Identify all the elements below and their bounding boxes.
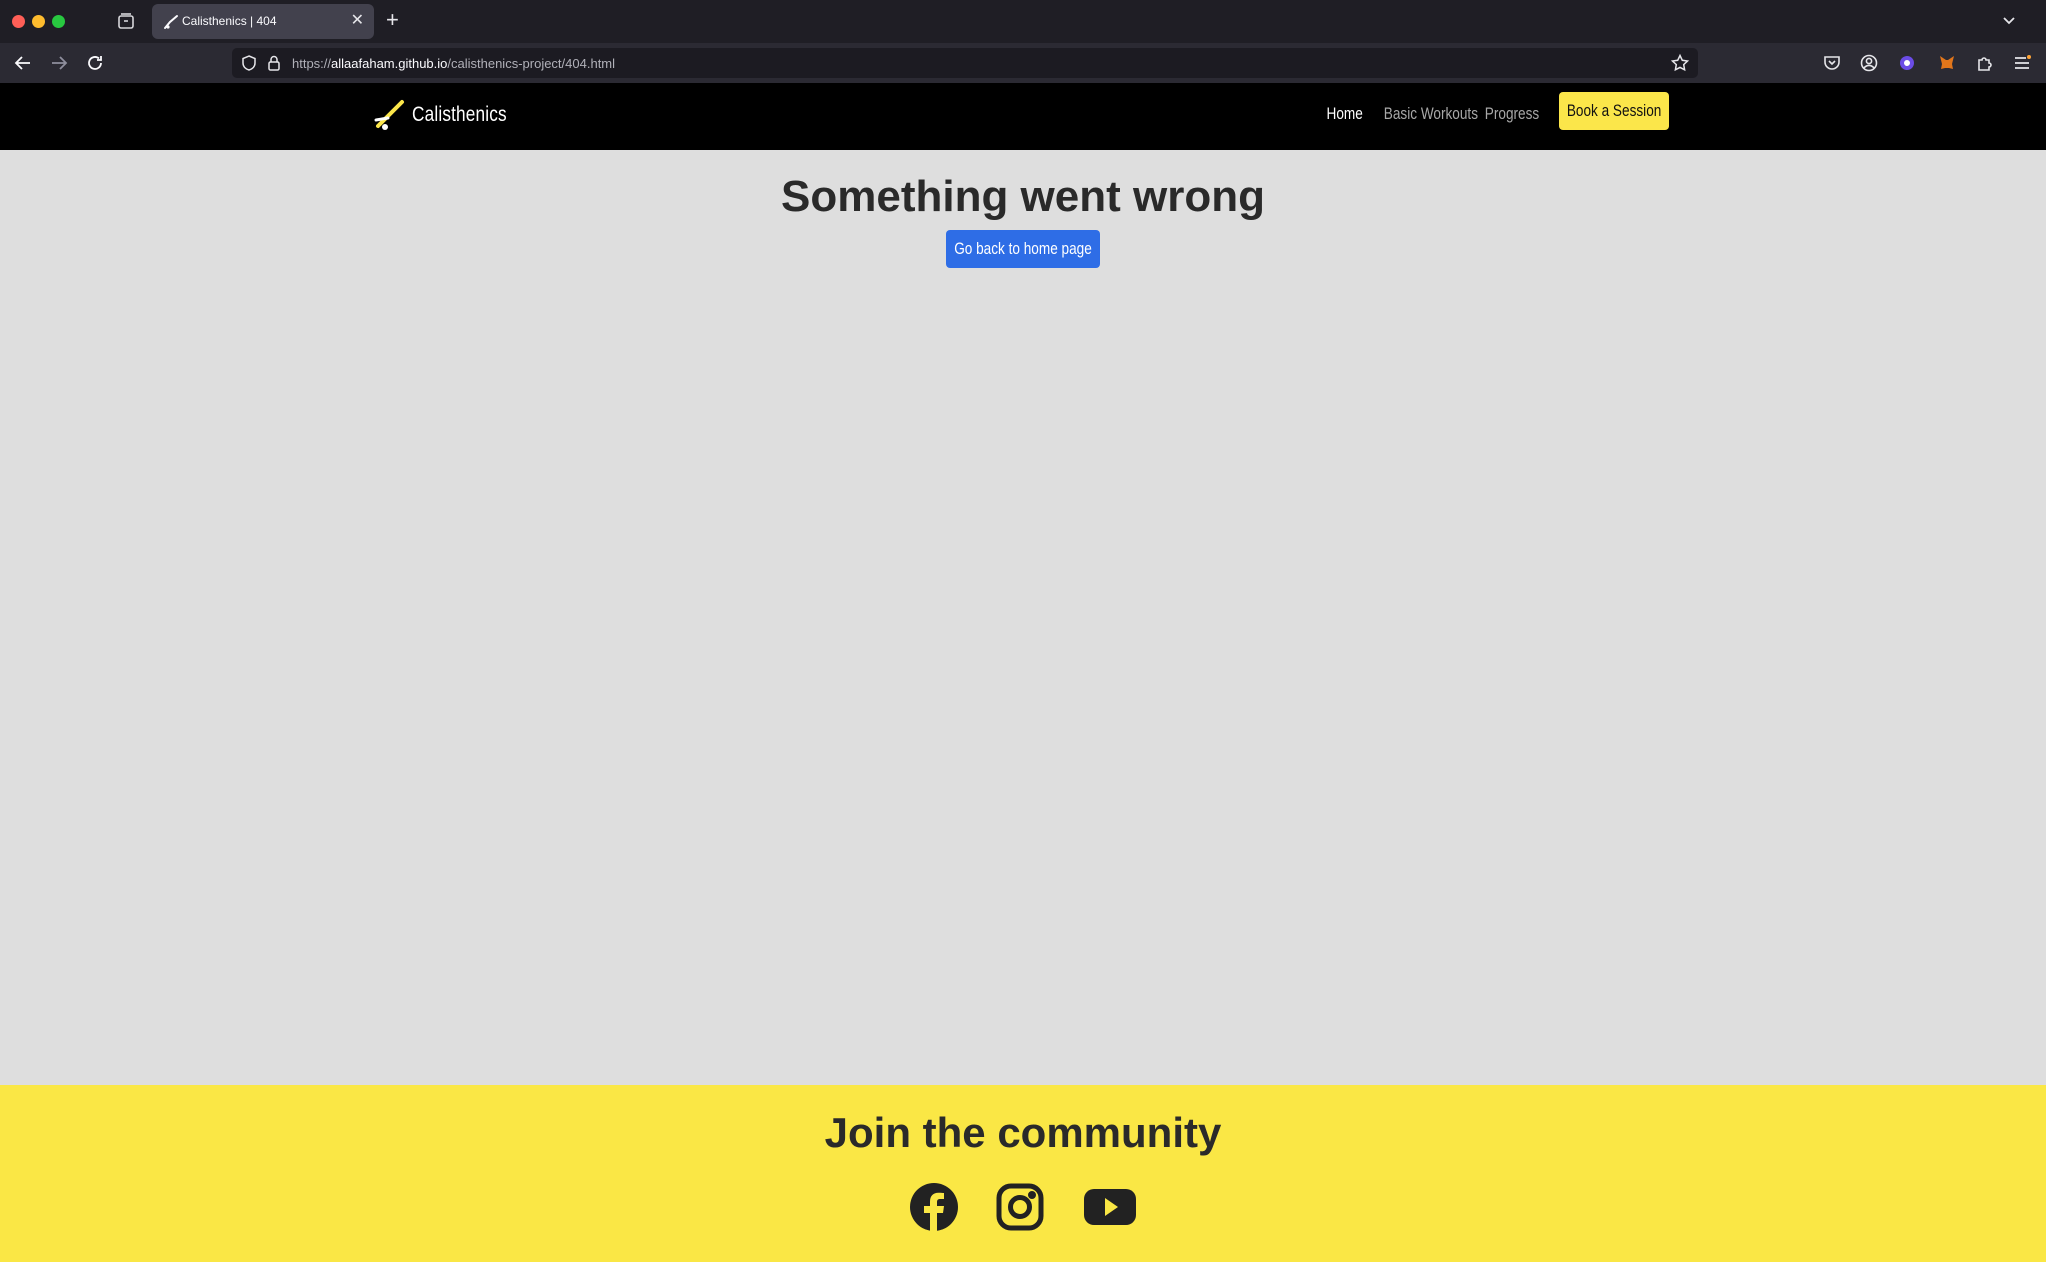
- pocket-icon[interactable]: [1822, 53, 1842, 73]
- nav-home-link[interactable]: Home: [1327, 104, 1363, 124]
- web-page: Calisthenics Home Basic Workouts Progres…: [0, 83, 2046, 1262]
- menu-hamburger-icon[interactable]: [2012, 53, 2032, 73]
- brand-name: Calisthenics: [412, 103, 507, 126]
- shield-icon[interactable]: [240, 54, 258, 72]
- instagram-icon[interactable]: [994, 1181, 1046, 1233]
- browser-toolbar: https://allaafaham.github.io/calisthenic…: [0, 43, 2046, 83]
- home-page-button[interactable]: Go back to home page: [946, 230, 1100, 268]
- footer-title: Join the community: [824, 1109, 1222, 1156]
- url-domain: allaafaham.github.io: [331, 56, 448, 71]
- metamask-fox-icon[interactable]: [1937, 53, 1957, 73]
- calisthenics-favicon-icon: [164, 15, 178, 29]
- account-icon[interactable]: [1859, 53, 1879, 73]
- nav-progress-link[interactable]: Progress: [1485, 104, 1539, 124]
- tab-strip: Calisthenics | 404 ✕ +: [0, 0, 2046, 43]
- site-header: Calisthenics Home Basic Workouts Progres…: [0, 83, 2046, 150]
- forward-arrow-icon[interactable]: [48, 52, 70, 74]
- nav-basic-workouts-link[interactable]: Basic Workouts: [1384, 104, 1478, 124]
- close-window-button[interactable]: [12, 15, 25, 28]
- bookmark-star-icon[interactable]: [1670, 53, 1690, 73]
- reload-icon[interactable]: [84, 52, 106, 74]
- zoom-window-button[interactable]: [52, 15, 65, 28]
- extension-purple-icon[interactable]: [1897, 53, 1917, 73]
- url-path: /calisthenics-project/404.html: [447, 56, 616, 71]
- home-page-button-label: Go back to home page: [954, 239, 1092, 258]
- youtube-icon[interactable]: [1082, 1181, 1138, 1233]
- lock-icon[interactable]: [266, 54, 282, 72]
- browser-window: Calisthenics | 404 ✕ + https://allaafaha…: [0, 0, 2046, 1262]
- site-logo[interactable]: Calisthenics: [372, 95, 528, 135]
- calisthenics-logo-icon: [374, 100, 404, 130]
- extensions-puzzle-icon[interactable]: [1975, 53, 1995, 73]
- facebook-icon[interactable]: [908, 1181, 960, 1233]
- back-arrow-icon[interactable]: [12, 52, 34, 74]
- book-session-label: Book a Session: [1566, 101, 1662, 120]
- tab-close-icon[interactable]: ✕: [351, 12, 364, 30]
- site-footer: Join the community: [0, 1085, 2046, 1262]
- new-tab-button[interactable]: +: [386, 9, 399, 31]
- book-session-button[interactable]: Book a Session: [1559, 92, 1669, 130]
- address-bar[interactable]: https://allaafaham.github.io/calisthenic…: [232, 48, 1698, 78]
- chevron-down-icon[interactable]: [2000, 11, 2018, 29]
- minimize-window-button[interactable]: [32, 15, 45, 28]
- tab-title: Calisthenics | 404: [182, 14, 277, 28]
- url-text[interactable]: https://allaafaham.github.io/calisthenic…: [292, 56, 615, 71]
- url-prefix: https://: [292, 56, 332, 71]
- tab-list-icon[interactable]: [116, 11, 136, 31]
- error-title: Something went wrong: [781, 172, 1265, 221]
- tab-active[interactable]: Calisthenics | 404 ✕: [152, 4, 374, 39]
